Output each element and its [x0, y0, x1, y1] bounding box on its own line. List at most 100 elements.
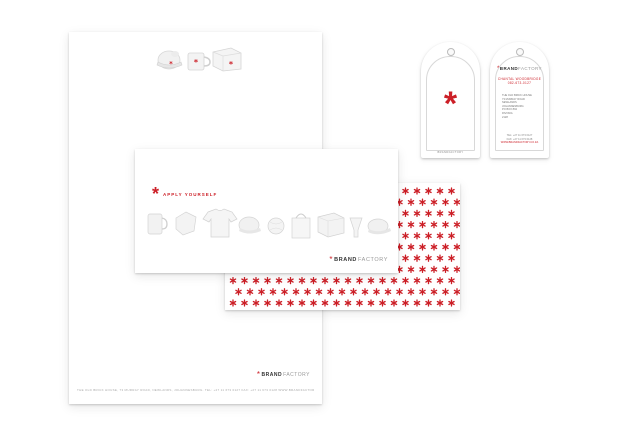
tshirt-icon [202, 208, 238, 238]
brand-word-secondary: FACTORY [358, 257, 388, 263]
pattern-asterisk-icon [379, 299, 386, 307]
pattern-asterisk-icon [430, 220, 438, 229]
tag-hole [447, 48, 455, 56]
pattern-asterisk-icon [344, 299, 352, 307]
pattern-asterisk-icon [379, 276, 386, 285]
pattern-asterisk-icon [264, 299, 271, 307]
hang-tag-front: * BRANDFACTORY [421, 42, 480, 158]
ball-icon [267, 217, 285, 235]
pattern-asterisk-icon [350, 288, 357, 296]
letterhead-brand-logo: * BRAND FACTORY [256, 370, 310, 379]
brand-asterisk: * [256, 370, 261, 379]
pattern-asterisk-icon [453, 198, 460, 206]
pattern-asterisk-icon [298, 299, 306, 307]
large-asterisk-icon: * [443, 85, 458, 123]
pattern-asterisk-icon [367, 299, 375, 307]
pattern-asterisk-icon [396, 288, 403, 296]
hang-tag-back: *BRANDFACTORY CHANTAL WOODBRIDGE 082-673… [490, 42, 549, 158]
pattern-asterisk-icon [430, 198, 438, 206]
pattern-asterisk-icon [453, 288, 460, 296]
pattern-asterisk-icon [413, 276, 421, 285]
pattern-asterisk-icon [413, 209, 421, 218]
pattern-asterisk-icon [430, 265, 438, 274]
pattern-asterisk-icon [413, 187, 421, 195]
pattern-asterisk-icon [407, 243, 415, 251]
pattern-asterisk-icon [425, 187, 432, 195]
pattern-asterisk-icon [264, 276, 271, 285]
pattern-asterisk-icon [298, 276, 306, 285]
cup-icon [349, 217, 363, 238]
pattern-asterisk-icon [269, 288, 277, 296]
greeting-brand-logo: * BRAND FACTORY [329, 256, 388, 264]
pattern-asterisk-icon [390, 276, 398, 285]
pattern-asterisk-icon [327, 288, 334, 296]
pattern-asterisk-icon [413, 232, 421, 240]
svg-text:*: * [169, 60, 173, 68]
pattern-asterisk-icon [310, 299, 317, 307]
pattern-asterisk-icon [448, 209, 455, 218]
pattern-asterisk-icon [287, 276, 294, 285]
pattern-asterisk-icon [448, 232, 455, 240]
pattern-asterisk-icon [448, 276, 455, 285]
pattern-asterisk-icon [310, 276, 317, 285]
pattern-asterisk-icon [425, 232, 432, 240]
pattern-asterisk-icon [413, 254, 421, 262]
pattern-asterisk-icon [333, 276, 340, 285]
pattern-asterisk-icon [361, 288, 369, 296]
pattern-asterisk-icon [229, 276, 237, 285]
pattern-asterisk-icon [252, 276, 260, 285]
tag-back-brand: *BRANDFACTORY [497, 66, 542, 72]
pattern-asterisk-icon [292, 288, 300, 296]
pattern-asterisk-icon [436, 209, 444, 218]
pattern-asterisk-icon [321, 276, 329, 285]
pattern-asterisk-icon [436, 299, 444, 307]
letterhead-merch-icons: * * * [156, 47, 242, 72]
pattern-asterisk-icon [436, 232, 444, 240]
pattern-asterisk-icon [235, 288, 242, 296]
merch-product-row [147, 208, 391, 239]
pattern-asterisk-icon [258, 288, 265, 296]
pattern-asterisk-icon [321, 299, 329, 307]
pattern-asterisk-icon [425, 209, 432, 218]
pattern-asterisk-icon [430, 243, 438, 251]
pattern-asterisk-icon [407, 288, 415, 296]
pattern-asterisk-icon [356, 299, 363, 307]
brand-word: BRAND [334, 257, 358, 263]
cap-right-icon [367, 218, 391, 235]
bag-icon [291, 213, 311, 239]
pattern-asterisk-icon [453, 220, 460, 229]
tag-address: THE OLD BRICK HOUSE 73 MURRAY ROAD NEWLA… [502, 94, 532, 119]
pattern-asterisk-icon [448, 254, 455, 262]
brand-word: BRAND [261, 372, 283, 378]
pattern-asterisk-icon [436, 187, 444, 195]
pattern-asterisk-icon [419, 288, 426, 296]
pattern-asterisk-icon [402, 187, 409, 195]
pattern-asterisk-icon [287, 299, 294, 307]
pattern-asterisk-icon [241, 276, 248, 285]
pattern-asterisk-icon [356, 276, 363, 285]
pattern-asterisk-icon [413, 299, 421, 307]
pattern-asterisk-icon [402, 232, 409, 240]
pattern-asterisk-icon [407, 198, 415, 206]
pattern-asterisk-icon [252, 299, 260, 307]
pattern-asterisk-icon [425, 276, 432, 285]
letterhead-address: THE OLD BRICK HOUSE, 73 MURRAY ROAD, NEW… [77, 388, 314, 392]
pattern-asterisk-icon [419, 198, 426, 206]
pattern-asterisk-icon [333, 299, 340, 307]
pattern-asterisk-icon [344, 276, 352, 285]
pattern-asterisk-icon [229, 299, 237, 307]
pattern-asterisk-icon [241, 299, 248, 307]
tag-front-brand: BRANDFACTORY [437, 151, 464, 154]
pattern-asterisk-icon [281, 288, 288, 296]
pattern-asterisk-icon [275, 276, 283, 285]
asterisk-icon: * [152, 184, 160, 204]
pattern-asterisk-icon [448, 299, 455, 307]
brand-word-secondary: FACTORY [283, 372, 310, 378]
pattern-asterisk-icon [373, 288, 380, 296]
pattern-asterisk-icon [402, 254, 409, 262]
cap-icon [238, 216, 261, 234]
pattern-asterisk-icon [384, 288, 392, 296]
pattern-asterisk-icon [436, 276, 444, 285]
pattern-asterisk-icon [304, 288, 311, 296]
tag-contact: CHANTAL WOODBRIDGE 082-673-0127 [490, 77, 549, 85]
